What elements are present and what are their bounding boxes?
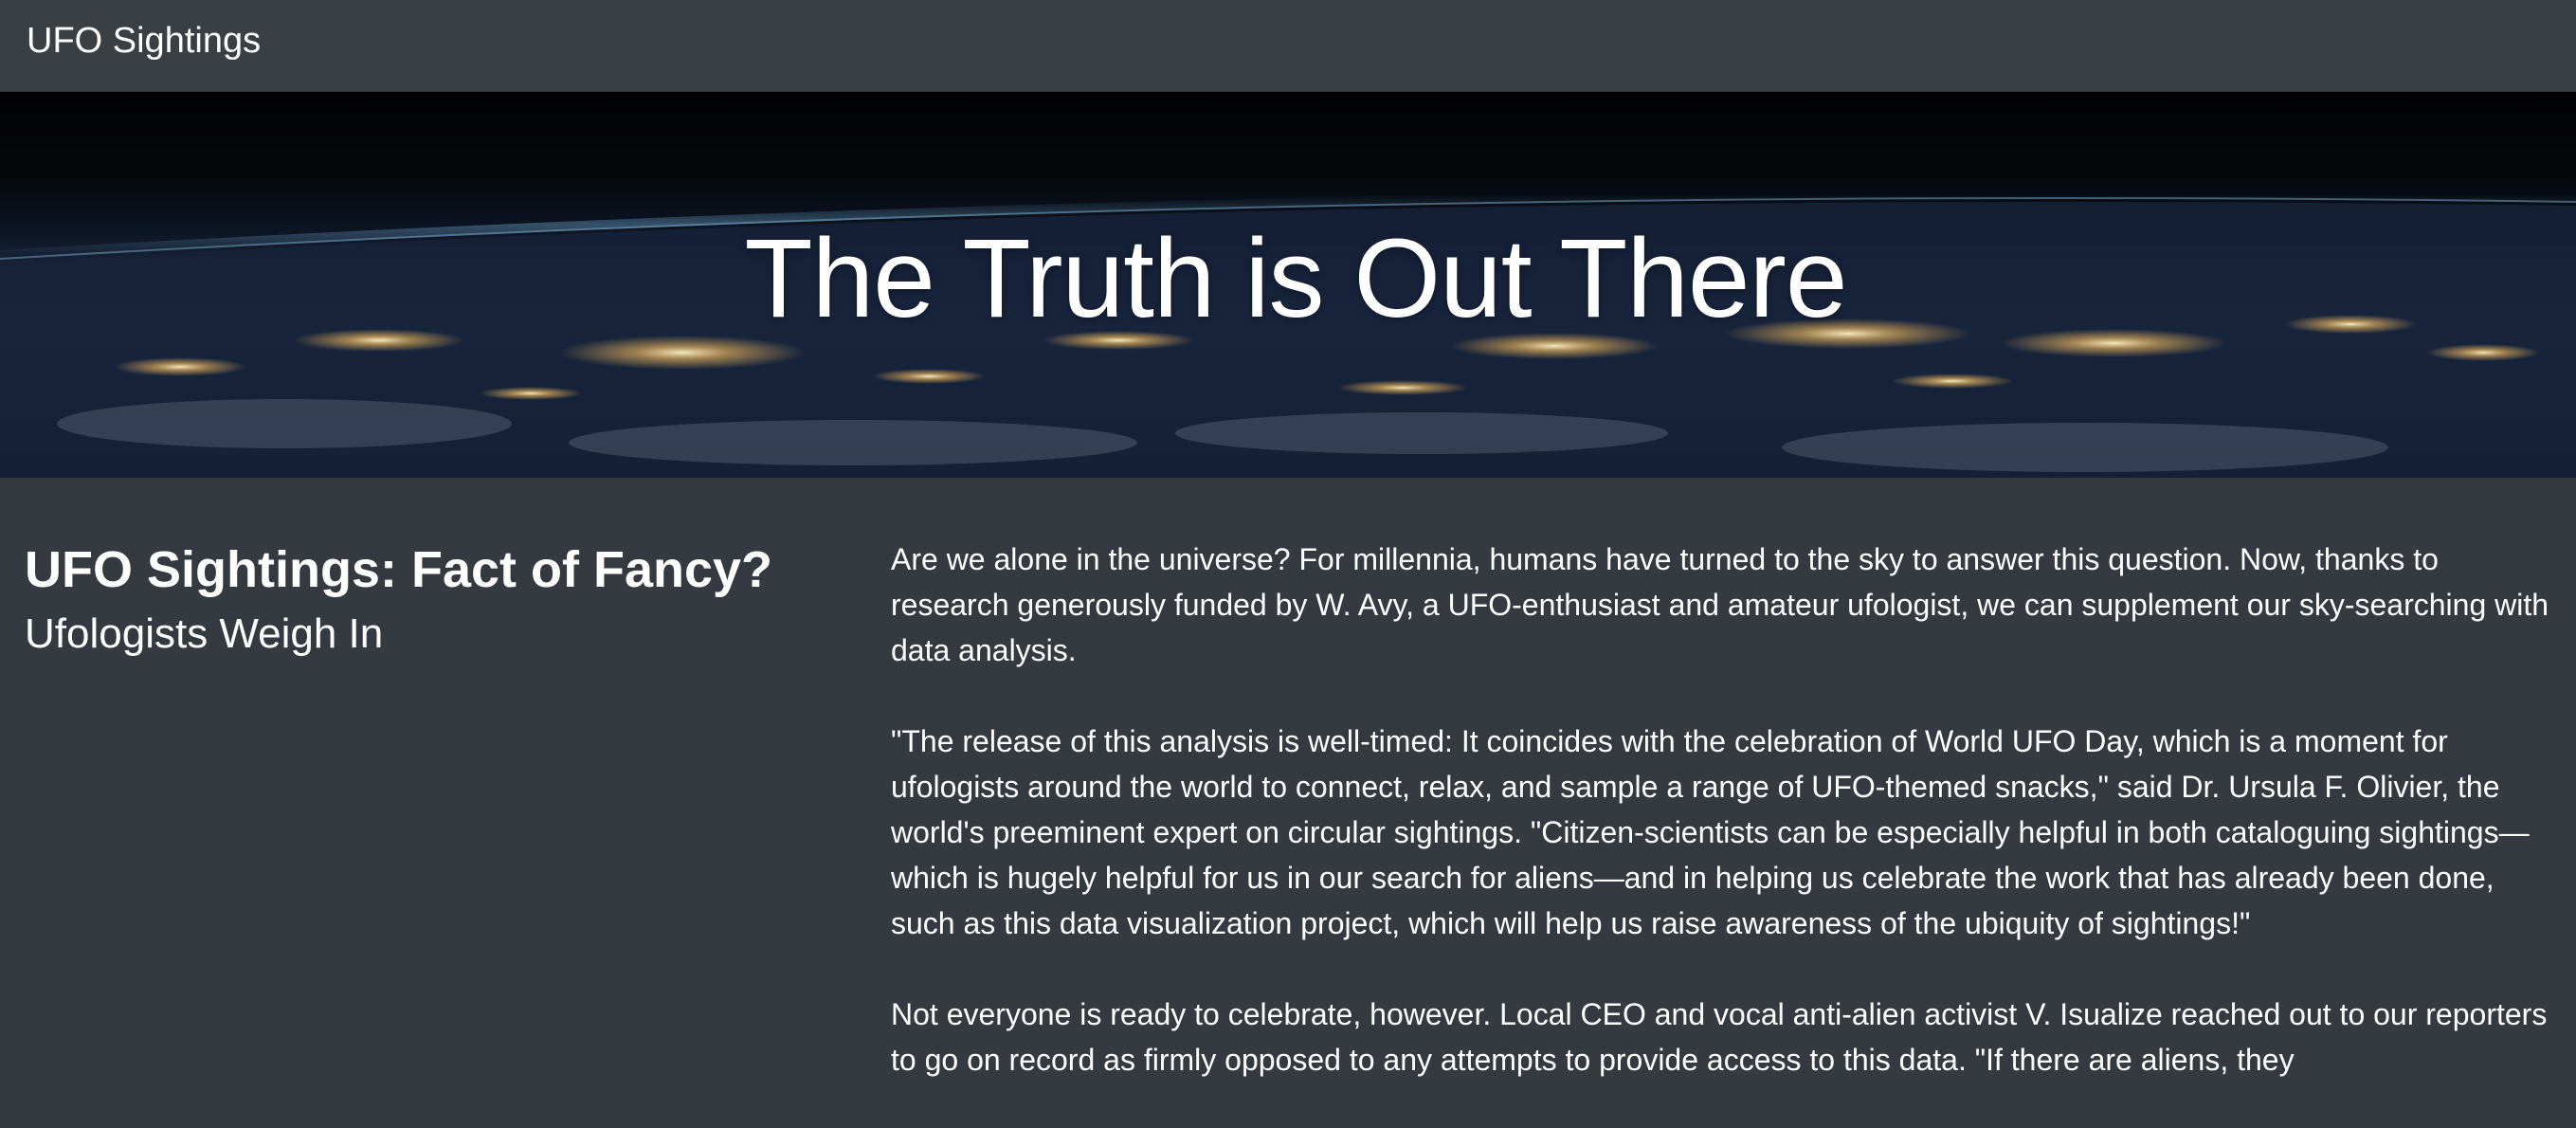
navbar-brand-link[interactable]: UFO Sightings xyxy=(27,19,261,63)
article-subheadline: Ufologists Weigh In xyxy=(25,610,384,657)
navbar: UFO Sightings xyxy=(0,0,2576,92)
hero-title: The Truth is Out There xyxy=(744,216,1848,341)
article-paragraph: "The release of this analysis is well-ti… xyxy=(891,724,2530,940)
article-headline: UFO Sightings: Fact of Fancy? xyxy=(25,541,773,598)
article-heading: UFO Sightings: Fact of Fancy? Ufologists… xyxy=(25,537,840,664)
article-body: Are we alone in the universe? For millen… xyxy=(891,537,2559,1128)
article-paragraph: Are we alone in the universe? For millen… xyxy=(891,542,2549,667)
article-paragraph: Not everyone is ready to celebrate, howe… xyxy=(891,997,2548,1077)
hero-banner: The Truth is Out There xyxy=(0,92,2576,478)
